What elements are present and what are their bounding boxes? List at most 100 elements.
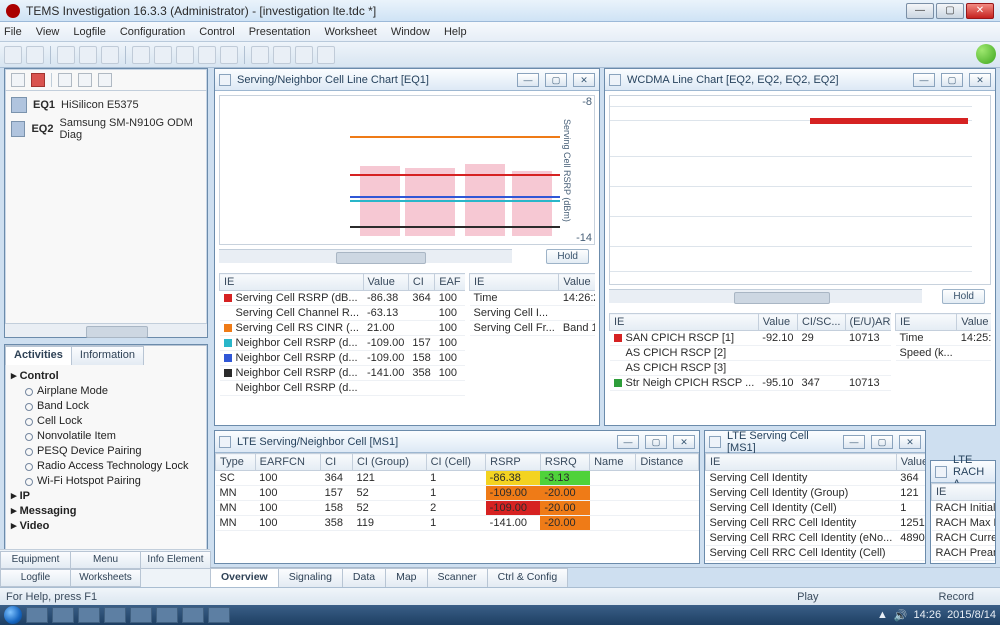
tree-section-video[interactable]: ▸ Video — [11, 519, 201, 534]
taskbar-item[interactable] — [182, 607, 204, 623]
minimize-button[interactable]: — — [906, 3, 934, 19]
toolbar-button[interactable] — [101, 46, 119, 64]
menu-presentation[interactable]: Presentation — [249, 26, 311, 38]
toolbar-button[interactable] — [220, 46, 238, 64]
pane-minimize-button[interactable]: — — [517, 73, 539, 87]
tab-menu[interactable]: Menu — [70, 551, 141, 569]
toolbar-button[interactable] — [317, 46, 335, 64]
lte-serving-grid[interactable]: IEValueServing Cell Identity364Serving C… — [705, 453, 925, 563]
menu-window[interactable]: Window — [391, 26, 430, 38]
toolbar-button[interactable] — [79, 46, 97, 64]
equipment-list: EQ1 HiSilicon E5375 EQ2 Samsung SM-N910G… — [5, 91, 207, 147]
pane-close-button[interactable]: ✕ — [573, 73, 595, 87]
hold-button[interactable]: Hold — [942, 289, 985, 304]
wcdma-right-grid[interactable]: IEValueTime14:25:13.8Speed (k... — [895, 313, 991, 361]
tree-section-control[interactable]: ▸ Control — [11, 369, 201, 384]
toolbar-button[interactable] — [176, 46, 194, 64]
lte-neighbor-grid[interactable]: TypeEARFCNCICI (Group)CI (Cell)RSRPRSRQN… — [215, 453, 699, 531]
menu-worksheet[interactable]: Worksheet — [324, 26, 376, 38]
toolbar-button[interactable] — [132, 46, 150, 64]
settings-icon[interactable] — [58, 73, 72, 87]
system-tray[interactable]: ▲🔊 14:26 2015/8/14 — [877, 609, 996, 622]
tree-section-ip[interactable]: ▸ IP — [11, 489, 201, 504]
pane-minimize-button[interactable]: — — [617, 435, 639, 449]
menu-view[interactable]: View — [36, 26, 60, 38]
equipment-name: Samsung SM-N910G ODM Diag — [59, 117, 201, 141]
wcdma-left-grid[interactable]: IEValueCI/SC...(E/U)ARSAN CPICH RSCP [1]… — [609, 313, 891, 391]
menu-logfile[interactable]: Logfile — [73, 26, 105, 38]
pane-maximize-button[interactable]: ▢ — [941, 73, 963, 87]
tree-section-messaging[interactable]: ▸ Messaging — [11, 504, 201, 519]
tree-node[interactable]: Radio Access Technology Lock — [11, 459, 201, 474]
taskbar-item[interactable] — [208, 607, 230, 623]
toolbar-button[interactable] — [273, 46, 291, 64]
chart-scrollbar[interactable] — [609, 289, 922, 303]
menu-help[interactable]: Help — [444, 26, 467, 38]
close-button[interactable]: ✕ — [966, 3, 994, 19]
tab-overview[interactable]: Overview — [210, 568, 279, 587]
tree-node[interactable]: Airplane Mode — [11, 384, 201, 399]
tree-node[interactable]: Band Lock — [11, 399, 201, 414]
pane-close-button[interactable]: ✕ — [899, 435, 921, 449]
toolbar-button[interactable] — [154, 46, 172, 64]
tab-equipment[interactable]: Equipment — [0, 551, 71, 569]
tab-info-element[interactable]: Info Element — [140, 551, 211, 569]
tree-node[interactable]: Cell Lock — [11, 414, 201, 429]
status-play[interactable]: Play — [797, 591, 818, 603]
toolbar-button[interactable] — [26, 46, 44, 64]
tree-node[interactable]: PESQ Device Pairing — [11, 444, 201, 459]
taskbar-item[interactable] — [130, 607, 152, 623]
pane-minimize-button[interactable]: — — [843, 435, 865, 449]
pane-minimize-button[interactable]: — — [913, 73, 935, 87]
tab-ctrl-config[interactable]: Ctrl & Config — [487, 568, 569, 587]
toolbar-button[interactable] — [295, 46, 313, 64]
equipment-item[interactable]: EQ1 HiSilicon E5375 — [11, 97, 201, 113]
taskbar-item[interactable] — [104, 607, 126, 623]
taskbar-item[interactable] — [156, 607, 178, 623]
toolbar-button[interactable] — [198, 46, 216, 64]
status-record[interactable]: Record — [939, 591, 974, 603]
pane-maximize-button[interactable]: ▢ — [545, 73, 567, 87]
serving-right-grid[interactable]: IEValueTime14:26:2Serving Cell I...Servi… — [469, 273, 595, 336]
equipment-id: EQ1 — [33, 99, 55, 111]
tree-node[interactable]: Wi-Fi Hotspot Pairing — [11, 474, 201, 489]
pane-maximize-button[interactable]: ▢ — [645, 435, 667, 449]
taskbar-item[interactable] — [52, 607, 74, 623]
tab-activities[interactable]: Activities — [5, 346, 72, 365]
taskbar-item[interactable] — [26, 607, 48, 623]
menu-file[interactable]: File — [4, 26, 22, 38]
menu-configuration[interactable]: Configuration — [120, 26, 185, 38]
disconnect-icon[interactable] — [11, 73, 25, 87]
tab-signaling[interactable]: Signaling — [278, 568, 343, 587]
serving-left-grid[interactable]: IEValueCIEAFServing Cell RSRP (dB...-86.… — [219, 273, 465, 396]
tab-map[interactable]: Map — [385, 568, 427, 587]
link-icon[interactable] — [78, 73, 92, 87]
pane-close-button[interactable]: ✕ — [673, 435, 695, 449]
tab-information[interactable]: Information — [71, 346, 144, 365]
start-button[interactable] — [4, 606, 22, 624]
tab-logfile[interactable]: Logfile — [0, 569, 71, 587]
status-indicator-icon — [976, 44, 996, 64]
taskbar-item[interactable] — [78, 607, 100, 623]
tab-data[interactable]: Data — [342, 568, 386, 587]
tray-time: 14:26 — [914, 609, 942, 621]
pane-maximize-button[interactable]: ▢ — [871, 435, 893, 449]
chart-scrollbar[interactable] — [219, 249, 512, 263]
scrollbar-x[interactable] — [5, 323, 207, 337]
info-icon[interactable] — [98, 73, 112, 87]
tree-node[interactable]: Nonvolatile Item — [11, 429, 201, 444]
tab-scanner[interactable]: Scanner — [427, 568, 488, 587]
lte-rach-grid[interactable]: IERACH Initial TXRACH Max PreamRACH Curr… — [931, 483, 995, 561]
menu-bar: File View Logfile Configuration Control … — [0, 22, 1000, 42]
toolbar-button[interactable] — [251, 46, 269, 64]
equipment-item[interactable]: EQ2 Samsung SM-N910G ODM Diag — [11, 117, 201, 141]
toolbar-button[interactable] — [57, 46, 75, 64]
pane-close-button[interactable]: ✕ — [969, 73, 991, 87]
menu-control[interactable]: Control — [199, 26, 234, 38]
remove-icon[interactable] — [31, 73, 45, 87]
maximize-button[interactable]: ▢ — [936, 3, 964, 19]
serving-chart: Serving Cell RSRP (dBm) -8-14 — [219, 95, 595, 245]
toolbar-button[interactable] — [4, 46, 22, 64]
hold-button[interactable]: Hold — [546, 249, 589, 264]
tab-worksheets[interactable]: Worksheets — [70, 569, 141, 587]
